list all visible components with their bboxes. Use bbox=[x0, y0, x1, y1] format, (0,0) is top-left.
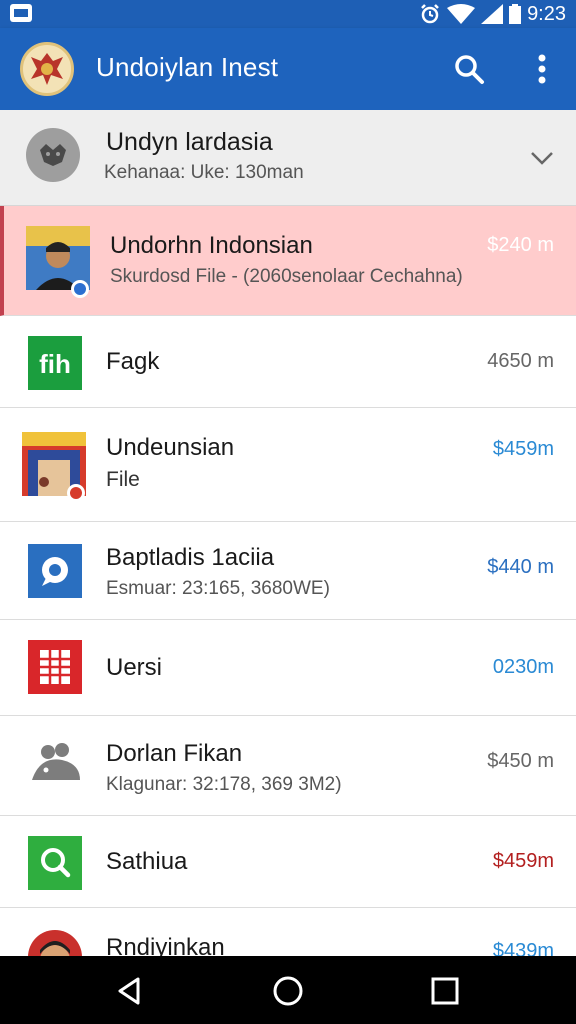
recents-square-icon bbox=[431, 977, 459, 1005]
app-bar: Undoiylan Inest bbox=[0, 28, 576, 110]
status-time: 9:23 bbox=[527, 2, 566, 25]
app-logo-emblem-icon bbox=[20, 42, 74, 96]
chevron-down-icon bbox=[531, 152, 553, 165]
storefront-photo-icon bbox=[22, 432, 86, 502]
item-price: $240 m bbox=[487, 234, 554, 256]
account-name: Undyn lardasia bbox=[106, 128, 273, 156]
mouse-animal-icon bbox=[28, 738, 84, 790]
status-indicators: 9:23 bbox=[419, 2, 566, 26]
item-price: 4650 m bbox=[487, 350, 554, 372]
list-item[interactable]: Undorhn Indonsian Skurdosd File - (2060s… bbox=[0, 206, 576, 316]
home-button[interactable] bbox=[271, 974, 305, 1008]
item-title: Dorlan Fikan bbox=[106, 740, 243, 767]
item-subtitle: Klagunar: 32:178, 369 3M2) bbox=[106, 774, 342, 795]
spreadsheet-app-icon: fih bbox=[28, 336, 82, 390]
file-list: Undorhn Indonsian Skurdosd File - (2060s… bbox=[0, 206, 576, 984]
item-title: Undeunsian bbox=[106, 434, 235, 461]
item-title: Uersi bbox=[106, 654, 163, 681]
svg-text:fih: fih bbox=[39, 349, 71, 379]
list-item[interactable]: Undeunsian File $459m bbox=[0, 408, 576, 522]
back-triangle-icon bbox=[118, 977, 140, 1005]
expand-button[interactable] bbox=[528, 146, 556, 170]
account-subtitle: Kehanaa: Uke: 130man bbox=[104, 162, 304, 183]
status-bar: 9:23 bbox=[0, 0, 576, 28]
search-icon bbox=[455, 55, 484, 84]
more-options-button[interactable] bbox=[526, 50, 558, 88]
wifi-icon bbox=[447, 4, 476, 24]
green-search-app-icon bbox=[28, 836, 82, 890]
item-title: Baptladis 1aciia bbox=[106, 544, 275, 571]
notification-image-icon bbox=[10, 4, 32, 22]
home-circle-icon bbox=[273, 976, 303, 1006]
item-price: $440 m bbox=[487, 556, 554, 578]
recents-button[interactable] bbox=[428, 974, 462, 1008]
alarm-icon bbox=[421, 4, 439, 24]
mascot-icon bbox=[40, 144, 66, 166]
back-button[interactable] bbox=[112, 974, 146, 1008]
item-price: 0230m bbox=[492, 656, 554, 678]
chat-bubble-icon bbox=[28, 544, 82, 598]
item-title: Fagk bbox=[106, 348, 160, 375]
item-price: $459m bbox=[492, 438, 554, 460]
list-item[interactable]: Uersi 0230m bbox=[0, 620, 576, 716]
system-nav-bar bbox=[0, 956, 576, 1024]
search-button[interactable] bbox=[450, 50, 488, 88]
battery-icon bbox=[509, 4, 522, 24]
account-header[interactable]: Undyn lardasia Kehanaa: Uke: 130man bbox=[0, 110, 576, 206]
app-title: Undoiylan Inest bbox=[96, 52, 279, 82]
item-subtitle: File bbox=[106, 468, 140, 491]
item-price: $459m bbox=[492, 850, 554, 872]
item-price: $450 m bbox=[487, 750, 554, 772]
item-title: Sathiua bbox=[106, 848, 188, 875]
person-photo-icon bbox=[26, 226, 90, 298]
list-item[interactable]: Sathiua $459m bbox=[0, 816, 576, 908]
item-title: Undorhn Indonsian bbox=[110, 232, 313, 259]
document-grid-icon bbox=[28, 640, 82, 694]
list-item[interactable]: Dorlan Fikan Klagunar: 32:178, 369 3M2) … bbox=[0, 716, 576, 816]
avatar bbox=[26, 128, 80, 182]
list-item[interactable]: fih Fagk 4650 m bbox=[0, 316, 576, 408]
item-subtitle: Esmuar: 23:165, 3680WE) bbox=[106, 578, 330, 599]
more-vert-icon bbox=[538, 54, 546, 84]
item-subtitle: Skurdosd File - (2060senolaar Cechahna) bbox=[110, 266, 463, 287]
signal-icon bbox=[481, 4, 504, 24]
list-item[interactable]: Baptladis 1aciia Esmuar: 23:165, 3680WE)… bbox=[0, 522, 576, 620]
